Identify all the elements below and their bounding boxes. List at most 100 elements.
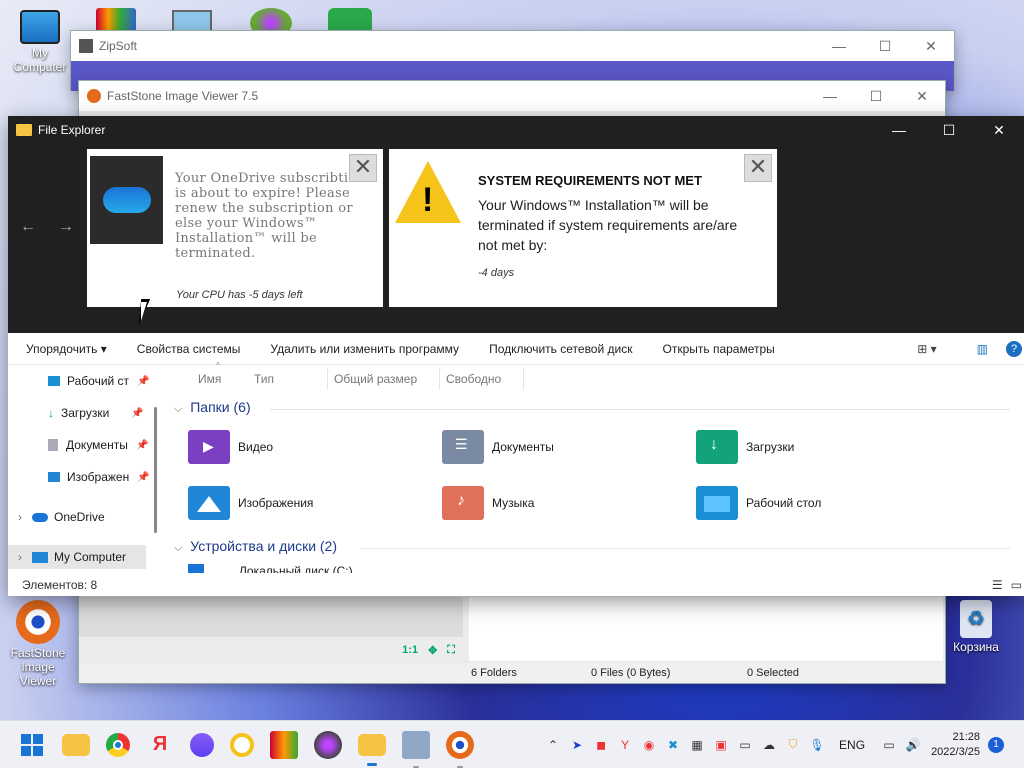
file-explorer-window[interactable]: File Explorer — ☐ ✕ ← → Your OneDrive su… <box>8 116 1024 596</box>
faststone-titlebar[interactable]: FastStone Image Viewer 7.5 — ☐ ✕ <box>79 81 945 111</box>
taskbar-chrome[interactable] <box>106 732 130 757</box>
organize-button[interactable]: Упорядочить ▾ <box>8 342 122 356</box>
chevron-right-icon[interactable]: › <box>18 550 22 564</box>
tray-yandex-icon[interactable]: Y <box>617 737 633 753</box>
clock[interactable]: 21:28 2022/3/25 <box>931 730 980 760</box>
sysreq-body: Your Windows™ Installation™ will be term… <box>478 197 738 253</box>
tray-app-icon[interactable]: ✖ <box>665 737 681 753</box>
nav-item-desktop[interactable]: Рабочий ст 📌 <box>8 369 154 393</box>
pin-icon[interactable]: 📌 <box>136 440 148 451</box>
details-view-icon[interactable]: ☰ <box>992 578 1003 592</box>
close-button[interactable]: ✕ <box>974 122 1024 139</box>
nav-item-my-computer[interactable]: › My Computer <box>8 545 146 569</box>
clock-date: 2022/3/25 <box>931 745 980 758</box>
folder-downloads[interactable]: ↓ Загрузки <box>696 430 794 464</box>
language-indicator[interactable]: ENG <box>839 738 865 752</box>
system-properties-button[interactable]: Свойства системы <box>122 342 256 356</box>
pin-icon[interactable]: 📌 <box>137 376 149 387</box>
notification-badge[interactable]: 1 <box>988 736 1004 753</box>
zipsoft-titlebar[interactable]: ZipSoft — ☐ ✕ <box>71 31 954 61</box>
clock-time: 21:28 <box>952 730 980 743</box>
taskbar-file-explorer[interactable] <box>62 733 90 756</box>
chevron-right-icon[interactable]: › <box>18 510 22 524</box>
minimize-button[interactable]: — <box>874 122 924 139</box>
taskbar-alice[interactable] <box>190 732 214 757</box>
onedrive-message: Your OneDrive subscribtion is about to e… <box>175 171 366 261</box>
group-divider <box>360 548 1010 549</box>
drive-item-partial[interactable]: Локальный диск (С:) <box>188 564 488 573</box>
minimize-button[interactable]: — <box>816 38 862 55</box>
group-header-drives[interactable]: ⌵ Устройства и диски (2) <box>174 538 337 555</box>
desktop-icon-label: FastStone Image Viewer <box>10 646 66 688</box>
map-network-drive-button[interactable]: Подключить сетевой диск <box>474 342 647 356</box>
folder-music[interactable]: ♪ Музыка <box>442 486 534 520</box>
chevron-up-icon[interactable]: ⌃ <box>545 737 561 753</box>
tray-record-icon[interactable]: ▣ <box>713 737 729 753</box>
view-options-icon[interactable]: ⊞ ▾ <box>917 342 936 356</box>
column-header-free[interactable]: Свободно <box>440 368 524 390</box>
nav-item-downloads[interactable]: ↓ Загрузки 📌 <box>8 401 154 425</box>
maximize-button[interactable]: ☐ <box>862 38 908 55</box>
tiles-view-icon[interactable]: ▭ <box>1011 578 1022 592</box>
tray-cloud-off-icon[interactable]: ☁ <box>761 737 777 753</box>
folder-video[interactable]: ▶ Видео <box>188 430 273 464</box>
tray-chart-icon[interactable]: ▦ <box>689 737 705 753</box>
maximize-button[interactable]: ☐ <box>924 122 974 139</box>
tray-monitor-icon[interactable]: ▭ <box>737 737 753 753</box>
preview-pane-icon[interactable]: ▥ <box>977 342 988 356</box>
fullscreen-icon[interactable]: ⛶ <box>447 644 455 657</box>
explorer-titlebar[interactable]: File Explorer — ☐ ✕ <box>8 116 1024 144</box>
volume-icon[interactable]: 🔊 <box>905 737 921 753</box>
nav-item-documents[interactable]: Документы 📌 <box>8 433 154 457</box>
desktop-icon-my-computer[interactable]: My Computer <box>4 10 76 74</box>
recycle-bin-icon: ♻ <box>960 600 992 638</box>
column-header-name[interactable]: Имя <box>186 368 248 390</box>
pictures-folder-icon <box>188 486 230 520</box>
folder-desktop[interactable]: Рабочий стол <box>696 486 821 520</box>
folder-documents[interactable]: ☰ Документы <box>442 430 554 464</box>
zoom-1-1-button[interactable]: 1:1 <box>402 644 418 656</box>
onedrive-popup[interactable]: Your OneDrive subscribtion is about to e… <box>87 149 383 307</box>
taskbar-yandex[interactable]: Я <box>146 731 174 759</box>
uninstall-program-button[interactable]: Удалить или изменить программу <box>255 342 474 356</box>
tray-browser-icon[interactable]: ◉ <box>641 737 657 753</box>
tray-app-icon[interactable]: ◼ <box>593 737 609 753</box>
folder-pictures[interactable]: Изображения <box>188 486 313 520</box>
nav-scrollbar[interactable] <box>154 407 157 533</box>
desktop-icon-faststone[interactable]: FastStone Image Viewer <box>2 600 74 688</box>
nav-item-pictures[interactable]: Изображен 📌 <box>8 465 154 489</box>
forward-arrow-icon[interactable]: → <box>58 218 74 236</box>
group-header-folders[interactable]: ⌵ Папки (6) <box>174 399 251 416</box>
tray-security-icon[interactable]: ⛉ <box>785 737 801 753</box>
maximize-button[interactable]: ☐ <box>853 88 899 105</box>
close-button[interactable]: ✕ <box>899 88 945 105</box>
onedrive-close-button[interactable]: ✕ <box>349 154 377 182</box>
desktop-icon-recycle-bin[interactable]: ♻ Корзина <box>940 600 1012 654</box>
taskbar-browser[interactable] <box>230 732 254 757</box>
open-settings-button[interactable]: Открыть параметры <box>647 342 789 356</box>
column-header-total-size[interactable]: Общий размер <box>328 368 440 390</box>
system-requirements-popup[interactable]: ! SYSTEM REQUIREMENTS NOT MET Your Windo… <box>389 149 777 307</box>
fit-icon[interactable]: ✥ <box>428 644 437 657</box>
nav-item-onedrive[interactable]: › OneDrive <box>8 505 154 529</box>
taskbar-explorer-active[interactable] <box>358 733 386 766</box>
minimize-button[interactable]: — <box>807 88 853 105</box>
taskbar-winrar[interactable] <box>270 730 298 759</box>
pin-icon[interactable]: 📌 <box>131 408 143 419</box>
back-arrow-icon[interactable]: ← <box>20 218 36 236</box>
microphone-icon[interactable]: 🎙 <box>809 737 825 753</box>
sysreq-close-button[interactable]: ✕ <box>744 154 772 182</box>
status-selected: 0 Selected <box>747 667 799 679</box>
start-button[interactable] <box>18 731 46 759</box>
taskbar-installer[interactable] <box>402 730 430 768</box>
taskbar-faststone[interactable] <box>446 730 474 768</box>
help-icon[interactable]: ? <box>1006 340 1022 357</box>
network-icon[interactable]: ▭ <box>881 737 897 753</box>
close-button[interactable]: ✕ <box>908 38 954 55</box>
pin-icon[interactable]: 📌 <box>137 472 149 483</box>
tray-app-icon[interactable]: ➤ <box>569 737 585 753</box>
taskbar-orb[interactable] <box>314 730 342 759</box>
column-header-type[interactable]: Тип <box>248 368 328 390</box>
navigation-pane: Рабочий ст 📌 ↓ Загрузки 📌 Документы 📌 Из… <box>8 365 158 573</box>
download-arrow-icon: ↓ <box>48 406 54 420</box>
